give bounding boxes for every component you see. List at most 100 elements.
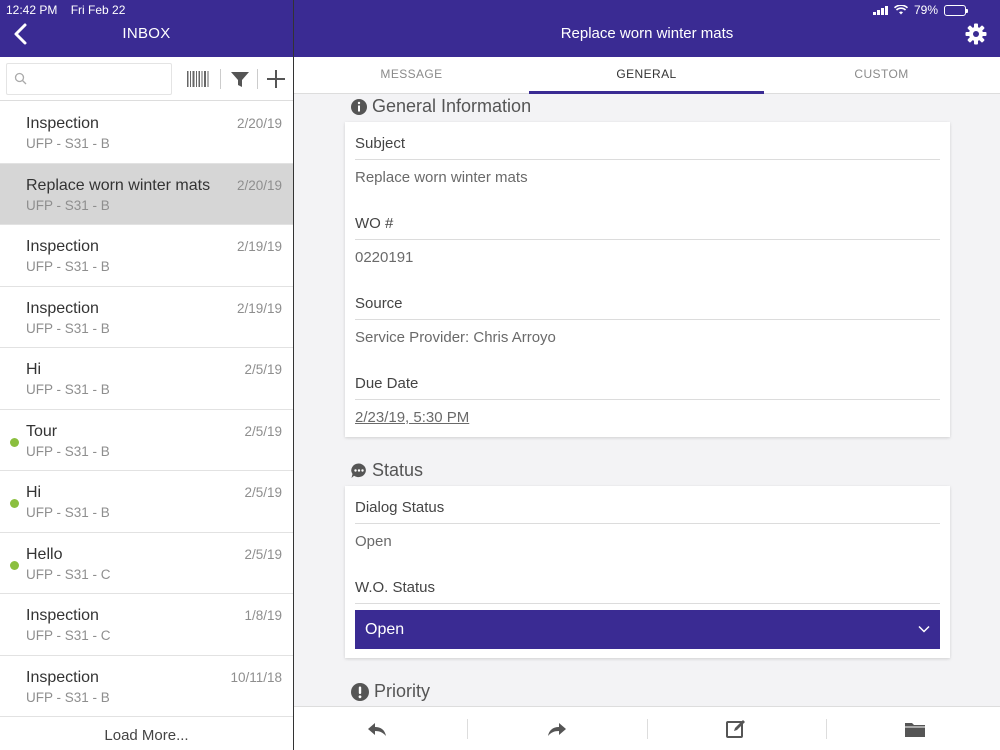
subject-label: Subject xyxy=(355,135,406,152)
search-icon xyxy=(14,72,27,85)
due-date-value[interactable]: 2/23/19, 5:30 PM xyxy=(355,409,469,426)
item-title: Tour xyxy=(26,422,58,440)
status-card: Dialog Status Open W.O. Status Open xyxy=(345,486,950,658)
tab-general[interactable]: GENERAL xyxy=(529,57,764,94)
priority-title: Priority xyxy=(374,681,431,701)
detail-content: General Information Subject Replace worn… xyxy=(294,94,1000,706)
toolbar-separator xyxy=(220,69,221,89)
forward-icon[interactable] xyxy=(545,717,569,741)
status-bar-left: 12:42 PM Fri Feb 22 xyxy=(6,3,135,17)
item-title: Hi xyxy=(26,361,42,378)
info-icon xyxy=(351,98,367,115)
list-item[interactable]: Inspection UFP - S31 - C 1/8/19 xyxy=(0,594,293,656)
item-location: UFP - S31 - C xyxy=(26,566,111,582)
item-title: Inspection xyxy=(26,238,99,255)
field-divider xyxy=(355,603,940,604)
detail-title: Replace worn winter mats xyxy=(560,25,734,42)
item-title: Inspection xyxy=(26,607,99,624)
unread-dot xyxy=(10,437,19,447)
item-date: 2/20/19 xyxy=(236,177,282,193)
subject-value: Replace worn winter mats xyxy=(355,169,528,186)
tab-message[interactable]: MESSAGE xyxy=(294,57,529,94)
item-location: UFP - S31 - B xyxy=(26,689,110,705)
due-date-label: Due Date xyxy=(355,375,419,392)
gear-icon[interactable] xyxy=(964,22,988,46)
item-location: UFP - S31 - B xyxy=(26,443,110,459)
search-input[interactable] xyxy=(33,68,163,90)
top-bar: 12:42 PM Fri Feb 22 79% INBOX Replace wo… xyxy=(0,0,1000,57)
list-item[interactable]: Inspection UFP - S31 - B 2/19/19 xyxy=(0,286,293,348)
inbox-panel: Inspection UFP - S31 - B 2/20/19 Replace w… xyxy=(0,57,293,750)
item-date: 2/5/19 xyxy=(244,485,282,500)
wo-status-label: W.O. Status xyxy=(355,579,436,596)
folder-icon[interactable] xyxy=(903,717,927,741)
item-title: Replace worn winter mats xyxy=(26,176,211,194)
wifi-icon xyxy=(893,5,908,15)
panel-divider xyxy=(293,0,294,750)
list-item[interactable]: Inspection UFP - S31 - B 10/11/18 xyxy=(0,655,293,717)
action-bar-separator xyxy=(467,719,468,739)
cellular-signal-icon xyxy=(872,5,888,15)
dialog-status-value: Open xyxy=(355,533,392,550)
item-date: 2/19/19 xyxy=(236,300,282,316)
status-title: Status xyxy=(372,460,424,480)
wo-number-value: 0220191 xyxy=(355,249,414,266)
item-date: 2/5/19 xyxy=(244,546,282,562)
wo-number-label: WO # xyxy=(355,215,394,232)
inbox-toolbar xyxy=(0,57,293,101)
item-title: Hello xyxy=(26,545,63,563)
edit-icon[interactable] xyxy=(724,717,748,741)
priority-heading: Priority xyxy=(350,681,430,702)
status-time: 12:42 PM xyxy=(6,3,58,17)
wo-status-selected-value: Open xyxy=(365,621,405,638)
item-title: Inspection xyxy=(26,115,99,132)
item-date: 2/5/19 xyxy=(244,423,282,439)
general-info-heading: General Information xyxy=(350,96,531,117)
status-heading: Status xyxy=(350,460,423,481)
list-item[interactable]: Tour UFP - S31 - B 2/5/19 xyxy=(0,409,293,471)
general-info-title: General Information xyxy=(372,96,532,116)
item-date: 2/20/19 xyxy=(236,116,282,131)
dialog-status-label: Dialog Status xyxy=(355,499,445,516)
exclamation-icon xyxy=(351,682,369,701)
action-bar-separator xyxy=(647,719,648,739)
unread-dot xyxy=(10,560,19,570)
load-more-link[interactable]: Load More... xyxy=(0,727,293,744)
general-info-card: Subject Replace worn winter mats WO # 02… xyxy=(345,122,950,437)
list-item[interactable]: Replace worn winter mats UFP - S31 - B 2/2… xyxy=(0,163,293,225)
wo-status-select[interactable]: Open xyxy=(355,610,940,649)
item-location: UFP - S31 - B xyxy=(26,382,110,397)
list-item[interactable]: Hello UFP - S31 - C 2/5/19 xyxy=(0,532,293,594)
field-divider xyxy=(355,523,940,524)
item-date: 10/11/18 xyxy=(230,669,282,685)
message-list: Inspection UFP - S31 - B 2/20/19 Replace w… xyxy=(0,102,293,717)
barcode-icon[interactable] xyxy=(186,68,210,90)
chevron-down-icon xyxy=(918,625,930,633)
source-label: Source xyxy=(355,295,403,312)
field-divider xyxy=(355,159,940,160)
field-divider xyxy=(355,319,940,320)
list-item[interactable]: Inspection UFP - S31 - B 2/19/19 xyxy=(0,225,293,287)
filter-icon[interactable] xyxy=(228,68,252,90)
status-date: Fri Feb 22 xyxy=(70,3,126,17)
item-location: UFP - S31 - B xyxy=(26,136,110,151)
list-item[interactable]: Inspection UFP - S31 - B 2/20/19 xyxy=(0,102,293,164)
plus-icon[interactable] xyxy=(264,68,288,90)
battery-percent: 79% xyxy=(913,3,938,17)
list-item[interactable]: Hi UFP - S31 - B 2/5/19 xyxy=(0,348,293,410)
battery-icon xyxy=(944,4,968,16)
field-divider xyxy=(355,399,940,400)
item-location: UFP - S31 - C xyxy=(26,628,111,643)
item-location: UFP - S31 - B xyxy=(26,259,110,274)
list-item[interactable]: Hi UFP - S31 - B 2/5/19 xyxy=(0,471,293,533)
inbox-title: INBOX xyxy=(122,25,171,42)
search-box[interactable] xyxy=(6,63,172,95)
source-value: Service Provider: Chris Arroyo xyxy=(355,329,556,346)
item-location: UFP - S31 - B xyxy=(26,320,110,336)
status-bar-right: 79% xyxy=(872,3,968,17)
item-location: UFP - S31 - B xyxy=(26,505,110,520)
action-bar xyxy=(294,706,1000,750)
action-bar-separator xyxy=(826,719,827,739)
tab-custom[interactable]: CUSTOM xyxy=(764,57,999,94)
reply-icon[interactable] xyxy=(365,717,389,741)
